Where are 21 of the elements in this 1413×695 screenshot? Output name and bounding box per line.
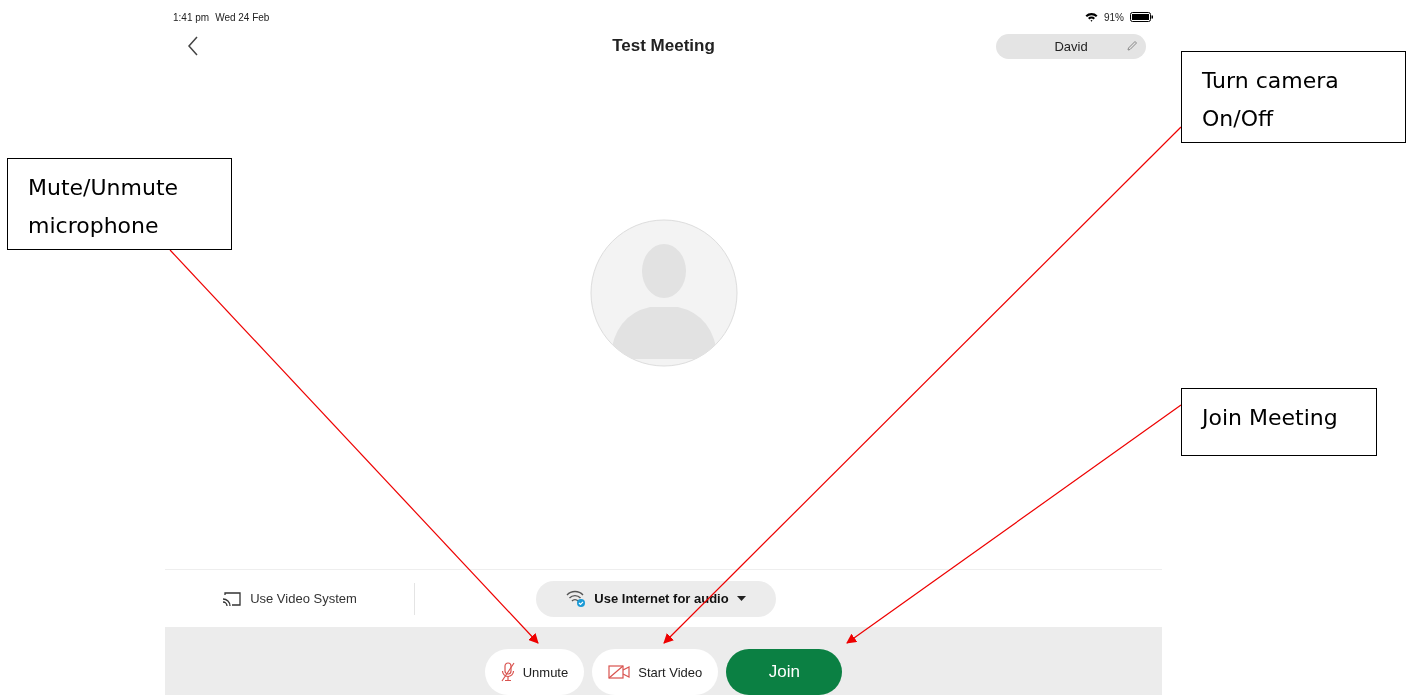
pencil-icon [1126, 39, 1138, 52]
callout-box: Mute/Unmute microphone [7, 158, 232, 250]
callout-box: Turn camera On/Off [1181, 51, 1406, 143]
callout-box: Join Meeting [1181, 388, 1377, 456]
muted-microphone-icon [500, 662, 515, 682]
start-video-button[interactable]: Start Video [592, 649, 719, 695]
status-date: Wed 24 Feb [215, 11, 270, 23]
cast-icon [222, 590, 243, 607]
use-video-system-link[interactable]: Use Video System [250, 591, 357, 606]
battery-percent: 91% [1104, 11, 1124, 23]
name-field[interactable]: David [996, 33, 1146, 59]
battery-icon [1130, 12, 1154, 22]
back-icon[interactable] [187, 36, 199, 56]
wifi-icon [1085, 12, 1098, 22]
status-time: 1:41 pm [173, 11, 210, 23]
unmute-button[interactable]: Unmute [484, 649, 585, 695]
caret-icon [736, 596, 746, 601]
join-button[interactable]: Join [726, 649, 843, 695]
meeting-title: Test Meeting [612, 36, 715, 56]
wifi-check-icon [566, 589, 587, 608]
video-off-icon [608, 664, 631, 680]
